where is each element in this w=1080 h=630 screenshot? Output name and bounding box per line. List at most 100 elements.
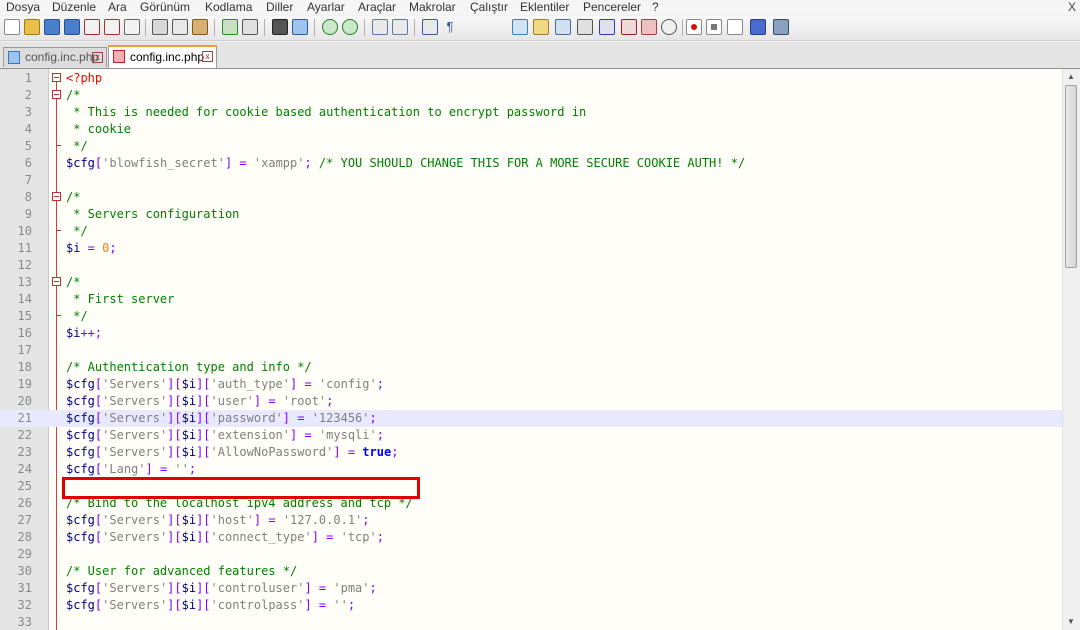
line-number: 13	[17, 275, 32, 289]
code-line-1[interactable]: 1 <?php	[0, 70, 1062, 87]
tab-config-inc-php-2[interactable]: config.inc.php x	[108, 45, 217, 68]
sync-vertical-icon[interactable]	[372, 19, 388, 35]
new-file-icon[interactable]	[4, 19, 20, 35]
redo-icon[interactable]	[242, 19, 258, 35]
token: 'Servers'	[102, 513, 168, 527]
define-language-icon[interactable]	[533, 19, 549, 35]
code-line-3[interactable]: 3 * This is needed for cookie based auth…	[0, 104, 1062, 121]
zoom-out-icon[interactable]	[342, 19, 358, 35]
menu-ayarlar[interactable]: Ayarlar	[307, 0, 345, 14]
code-line-22[interactable]: 22 $cfg['Servers'][$i]['extension'] = 'my…	[0, 427, 1062, 444]
indent-guide-icon[interactable]	[512, 19, 528, 35]
code-line-31[interactable]: 31 $cfg['Servers'][$i]['controluser'] = '…	[0, 580, 1062, 597]
replace-icon[interactable]	[292, 19, 308, 35]
code-line-28[interactable]: 28 $cfg['Servers'][$i]['connect_type'] = …	[0, 529, 1062, 546]
code-line-10[interactable]: 10 */	[0, 223, 1062, 240]
cut-icon[interactable]	[152, 19, 168, 35]
fold-toggle-icon[interactable]	[52, 192, 61, 201]
code-editor[interactable]: 1 <?php 2 /* 3 * This is needed for cookie b…	[0, 69, 1080, 630]
token: ;	[376, 530, 384, 544]
fold-toggle-icon[interactable]	[52, 90, 61, 99]
menu-makrolar[interactable]: Makrolar	[409, 0, 456, 14]
code-line-4[interactable]: 4 * cookie	[0, 121, 1062, 138]
fold-toggle-icon[interactable]	[52, 73, 61, 82]
token: ]	[304, 598, 312, 612]
code-line-32[interactable]: 32 $cfg['Servers'][$i]['controlpass'] = '…	[0, 597, 1062, 614]
function-list-icon[interactable]	[577, 19, 593, 35]
folder-icon[interactable]	[641, 19, 657, 35]
code-line-23[interactable]: 23 $cfg['Servers'][$i]['AllowNoPassword']…	[0, 444, 1062, 461]
paste-icon[interactable]	[192, 19, 208, 35]
vertical-scrollbar[interactable]: ▲ ▼	[1062, 69, 1080, 630]
zoom-in-icon[interactable]	[322, 19, 338, 35]
close-icon[interactable]	[84, 19, 100, 35]
show-all-characters-icon[interactable]: ¶	[442, 19, 458, 35]
code-line-16[interactable]: 16 $i++;	[0, 325, 1062, 342]
undo-icon[interactable]	[222, 19, 238, 35]
code-line-15[interactable]: 15 */	[0, 308, 1062, 325]
menu-duzenle[interactable]: Düzenle	[52, 0, 96, 14]
code-line-21[interactable]: 21 $cfg['Servers'][$i]['password'] = '123…	[0, 410, 1062, 427]
sync-horizontal-icon[interactable]	[392, 19, 408, 35]
code-line-5[interactable]: 5 */	[0, 138, 1062, 155]
save-icon[interactable]	[44, 19, 60, 35]
tab-config-inc-php-1[interactable]: config.inc.php x	[3, 47, 107, 67]
folder-as-workspace-icon[interactable]	[599, 19, 615, 35]
line-number: 20	[17, 394, 32, 408]
menu-diller[interactable]: Diller	[266, 0, 293, 14]
monitoring-eye-icon[interactable]	[661, 19, 677, 35]
word-wrap-icon[interactable]	[422, 19, 438, 35]
run-macro-multiple-icon[interactable]	[750, 19, 766, 35]
code-line-19[interactable]: 19 $cfg['Servers'][$i]['auth_type'] = 'co…	[0, 376, 1062, 393]
menu-pencereler[interactable]: Pencereler	[583, 0, 641, 14]
menu-ara[interactable]: Ara	[108, 0, 127, 14]
menu-calistir[interactable]: Çalıştır	[470, 0, 508, 14]
play-macro-icon[interactable]	[727, 19, 743, 35]
code-line-11[interactable]: 11 $i = 0;	[0, 240, 1062, 257]
code-line-9[interactable]: 9 * Servers configuration	[0, 206, 1062, 223]
code-line-30[interactable]: 30 /* User for advanced features */	[0, 563, 1062, 580]
code-line-24[interactable]: 24 $cfg['Lang'] = '';	[0, 461, 1062, 478]
scroll-up-icon[interactable]: ▲	[1066, 72, 1076, 82]
menu-gorunum[interactable]: Görünüm	[140, 0, 190, 14]
close-document-button[interactable]: X	[1068, 0, 1076, 14]
print-icon[interactable]	[124, 19, 140, 35]
tab-close-icon[interactable]: x	[92, 52, 103, 63]
fold-toggle-icon[interactable]	[52, 277, 61, 286]
menu-dosya[interactable]: Dosya	[6, 0, 40, 14]
document-map-icon[interactable]	[555, 19, 571, 35]
code-text: $cfg['Servers'][$i]['connect_type'] = 't…	[66, 529, 384, 546]
find-icon[interactable]	[272, 19, 288, 35]
code-line-17[interactable]: 17	[0, 342, 1062, 359]
code-line-27[interactable]: 27 $cfg['Servers'][$i]['host'] = '127.0.0…	[0, 512, 1062, 529]
scroll-down-icon[interactable]: ▼	[1066, 617, 1076, 627]
open-file-icon[interactable]	[24, 19, 40, 35]
menu-help[interactable]: ?	[652, 0, 659, 14]
save-macro-icon[interactable]	[773, 19, 789, 35]
code-line-14[interactable]: 14 * First server	[0, 291, 1062, 308]
code-line-8[interactable]: 8 /*	[0, 189, 1062, 206]
menu-eklentiler[interactable]: Eklentiler	[520, 0, 569, 14]
code-line-20[interactable]: 20 $cfg['Servers'][$i]['user'] = 'root';	[0, 393, 1062, 410]
close-all-icon[interactable]	[104, 19, 120, 35]
token: $cfg	[66, 581, 95, 595]
menu-araclar[interactable]: Araçlar	[358, 0, 396, 14]
menu-kodlama[interactable]: Kodlama	[205, 0, 252, 14]
code-line-33[interactable]: 33	[0, 614, 1062, 630]
tab-close-icon[interactable]: x	[202, 51, 213, 62]
scrollbar-thumb[interactable]	[1065, 85, 1077, 268]
copy-icon[interactable]	[172, 19, 188, 35]
token: <?php	[66, 71, 103, 85]
code-line-18[interactable]: 18 /* Authentication type and info */	[0, 359, 1062, 376]
token: $i	[181, 530, 197, 544]
save-all-icon[interactable]	[64, 19, 80, 35]
code-line-6[interactable]: 6 $cfg['blowfish_secret'] = 'xampp'; /* Y…	[0, 155, 1062, 172]
code-line-29[interactable]: 29	[0, 546, 1062, 563]
code-line-2[interactable]: 2 /*	[0, 87, 1062, 104]
code-line-12[interactable]: 12	[0, 257, 1062, 274]
record-macro-icon[interactable]	[686, 19, 702, 35]
stop-macro-icon[interactable]	[706, 19, 722, 35]
pdf-icon[interactable]	[621, 19, 637, 35]
code-line-13[interactable]: 13 /*	[0, 274, 1062, 291]
code-line-7[interactable]: 7	[0, 172, 1062, 189]
